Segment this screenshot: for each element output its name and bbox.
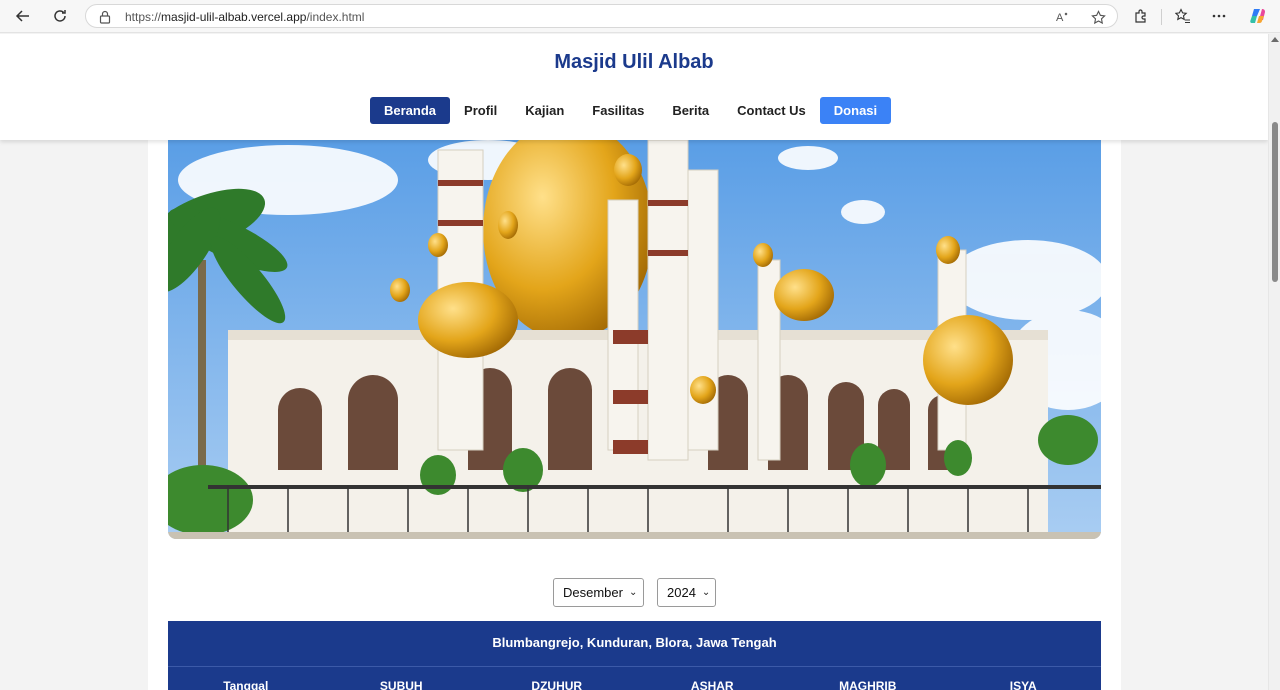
column-header: DZUHUR [531, 679, 583, 690]
month-select-value: Desember [563, 585, 623, 600]
column-header: ASHAR [690, 679, 734, 690]
page-viewport: Masjid Ulil Albab Beranda Profil Kajian … [0, 34, 1268, 690]
hero-mosque-image [168, 140, 1101, 539]
page-scrollbar[interactable] [1268, 34, 1280, 690]
svg-text:A: A [1056, 12, 1064, 24]
nav-fasilitas[interactable]: Fasilitas [578, 97, 658, 124]
favorite-star-icon[interactable] [1089, 9, 1107, 25]
chevron-down-icon: ⌄ [701, 587, 711, 598]
toolbar-separator [1161, 9, 1162, 25]
column-header: Tanggal [223, 679, 269, 690]
year-select-value: 2024 [667, 585, 696, 600]
nav-profil[interactable]: Profil [450, 97, 511, 124]
refresh-icon[interactable] [47, 5, 73, 27]
prayer-schedule-table: Blumbangrejo, Kunduran, Blora, Jawa Teng… [168, 621, 1101, 690]
nav-donasi-button[interactable]: Donasi [819, 97, 892, 124]
column-header: MAGHRIB [839, 679, 897, 690]
address-bar[interactable]: https://masjid-ulil-albab.vercel.app/ind… [85, 4, 1118, 28]
favorites-icon[interactable] [1170, 5, 1196, 27]
site-header: Masjid Ulil Albab Beranda Profil Kajian … [0, 34, 1268, 140]
table-header-row: Tanggal SUBUH DZUHUR ASHAR MAGHRIB ISYA [168, 679, 1101, 690]
browser-toolbar: https://masjid-ulil-albab.vercel.app/ind… [0, 0, 1280, 33]
chevron-down-icon: ⌄ [628, 587, 638, 598]
read-aloud-icon[interactable]: A [1055, 9, 1073, 25]
schedule-location: Blumbangrejo, Kunduran, Blora, Jawa Teng… [168, 621, 1101, 667]
scroll-up-icon[interactable] [1271, 37, 1279, 42]
column-header: ISYA [1009, 679, 1037, 690]
nav-beranda[interactable]: Beranda [370, 97, 451, 124]
nav-kajian[interactable]: Kajian [511, 97, 578, 124]
site-title: Masjid Ulil Albab [554, 51, 714, 73]
nav-contact-us[interactable]: Contact Us [723, 97, 820, 124]
back-icon[interactable] [10, 5, 36, 27]
main-nav: Beranda Profil Kajian Fasilitas Berita C… [370, 97, 892, 124]
column-header: SUBUH [379, 679, 423, 690]
nav-berita[interactable]: Berita [658, 97, 723, 124]
year-select[interactable]: 2024 ⌄ [657, 578, 716, 607]
extensions-icon[interactable] [1128, 5, 1154, 27]
month-select[interactable]: Desember ⌄ [553, 578, 644, 607]
scrollbar-thumb[interactable] [1272, 122, 1278, 282]
date-filters: Desember ⌄ 2024 ⌄ [553, 578, 716, 607]
copilot-icon[interactable] [1245, 5, 1271, 27]
url-text: https://masjid-ulil-albab.vercel.app/ind… [125, 10, 365, 24]
lock-icon[interactable] [96, 9, 114, 25]
more-menu-icon[interactable] [1206, 5, 1232, 27]
